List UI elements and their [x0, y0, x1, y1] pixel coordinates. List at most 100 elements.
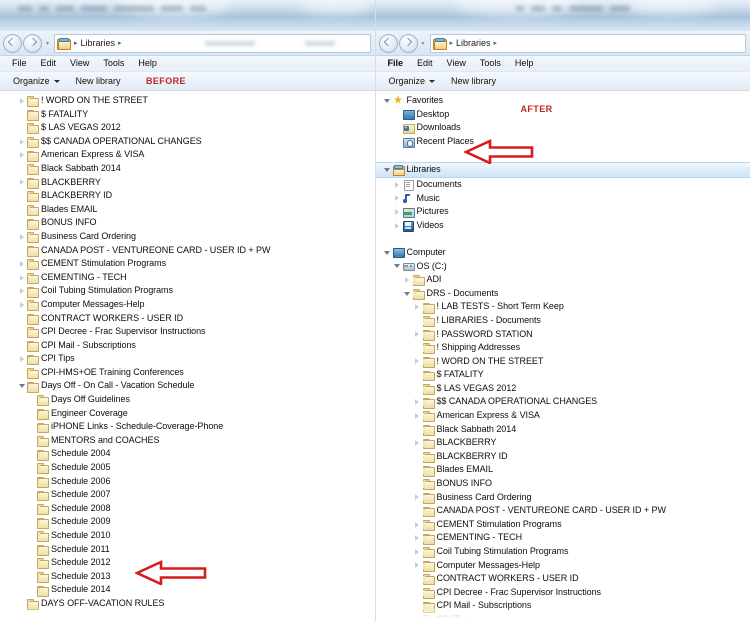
tree-item[interactable]: CPI Decree - Frac Supervisor Instruction… [0, 325, 375, 339]
menu-tools[interactable]: Tools [96, 56, 131, 71]
tree-item[interactable]: Black Sabbath 2014 [376, 423, 750, 437]
tree-item[interactable]: Libraries [375, 161, 750, 178]
menu-view[interactable]: View [63, 56, 96, 71]
navigation-tree[interactable]: ! WORD ON THE STREET $ FATALITY $ LAS VEGA… [0, 91, 375, 621]
tree-item[interactable]: CONTRACT WORKERS - USER ID [0, 312, 375, 326]
expander-collapsed-icon[interactable] [412, 521, 423, 528]
tree-item[interactable]: CONTRACT WORKERS - USER ID [376, 572, 750, 586]
tree-item[interactable]: DRS - Documents [376, 287, 750, 301]
tree-item[interactable]: Documents [376, 178, 750, 192]
menu-edit[interactable]: Edit [34, 56, 64, 71]
expander-collapsed-icon[interactable] [412, 548, 423, 555]
tree-item[interactable]: BLACKBERRY [376, 436, 750, 450]
forward-button[interactable] [23, 33, 42, 53]
tree-item[interactable]: $$ CANADA OPERATIONAL CHANGES [0, 135, 375, 149]
expander-collapsed-icon[interactable] [16, 288, 27, 295]
menu-help[interactable]: Help [131, 56, 164, 71]
expander-collapsed-icon[interactable] [16, 97, 27, 104]
tree-item[interactable]: CEMENT Stimulation Programs [0, 257, 375, 271]
expander-collapsed-icon[interactable] [16, 356, 27, 363]
tree-item[interactable]: Schedule 2004 [0, 447, 375, 461]
tree-item[interactable]: CPI Mail - Subscriptions [376, 599, 750, 613]
tree-item[interactable]: CPI Tips [376, 613, 750, 621]
breadcrumb-bar[interactable]: ▸ Libraries ▸ [54, 33, 371, 53]
tree-item[interactable]: BLACKBERRY ID [0, 189, 375, 203]
tree-item[interactable]: ! WORD ON THE STREET [0, 94, 375, 108]
tree-item[interactable]: Business Card Ordering [0, 230, 375, 244]
tree-item[interactable]: American Express & VISA [376, 409, 750, 423]
expander-open-icon[interactable] [382, 250, 393, 255]
new-library-button[interactable]: New library [443, 72, 504, 90]
expander-collapsed-icon[interactable] [16, 138, 27, 145]
tree-item[interactable]: Computer Messages-Help [0, 298, 375, 312]
tree-item[interactable]: Coil Tubing Stimulation Programs [376, 545, 750, 559]
tree-item[interactable]: ADI [376, 273, 750, 287]
expander-collapsed-icon[interactable] [412, 562, 423, 569]
tree-item[interactable]: Business Card Ordering [376, 491, 750, 505]
breadcrumb-libraries[interactable]: Libraries [81, 38, 116, 48]
tree-item[interactable]: Days Off Guidelines [0, 393, 375, 407]
expander-collapsed-icon[interactable] [412, 331, 423, 338]
expander-open-icon[interactable] [382, 167, 393, 172]
expander-collapsed-icon[interactable] [412, 412, 423, 419]
expander-open-icon[interactable] [392, 264, 403, 269]
back-button[interactable] [3, 33, 22, 53]
expander-collapsed-icon[interactable] [392, 195, 403, 202]
tree-item[interactable]: $ LAS VEGAS 2012 [0, 121, 375, 135]
tree-item[interactable]: Blades EMAIL [376, 463, 750, 477]
tree-item[interactable]: Engineer Coverage [0, 407, 375, 421]
tree-item[interactable]: Music [376, 192, 750, 206]
menu-view[interactable]: View [440, 56, 473, 71]
tree-item[interactable]: CPI Tips [0, 352, 375, 366]
tree-item[interactable]: Recent Places [376, 135, 750, 149]
tree-item[interactable]: Black Sabbath 2014 [0, 162, 375, 176]
tree-item[interactable]: Computer Messages-Help [376, 559, 750, 573]
expander-collapsed-icon[interactable] [412, 440, 423, 447]
tree-item[interactable]: $ FATALITY [376, 368, 750, 382]
expander-collapsed-icon[interactable] [392, 181, 403, 188]
expander-collapsed-icon[interactable] [412, 358, 423, 365]
tree-item[interactable]: BLACKBERRY ID [376, 450, 750, 464]
tree-item[interactable]: ★ Favorites [376, 94, 750, 108]
expander-collapsed-icon[interactable] [16, 233, 27, 240]
address-bar[interactable]: ▾ ▸ Libraries ▸ [0, 31, 375, 56]
expander-collapsed-icon[interactable] [412, 494, 423, 501]
organize-button[interactable]: Organize [5, 72, 68, 90]
tree-item[interactable]: ! LAB TESTS - Short Term Keep [376, 300, 750, 314]
expander-collapsed-icon[interactable] [16, 301, 27, 308]
expander-collapsed-icon[interactable] [16, 274, 27, 281]
address-bar[interactable]: ▾ ▸ Libraries ▸ [375, 31, 750, 56]
expander-collapsed-icon[interactable] [392, 222, 403, 229]
tree-item[interactable]: CPI Mail - Subscriptions [0, 339, 375, 353]
tree-item[interactable]: CANADA POST - VENTUREONE CARD - USER ID … [0, 244, 375, 258]
breadcrumb-libraries[interactable]: Libraries [456, 38, 491, 48]
tree-item[interactable]: CEMENT Stimulation Programs [376, 518, 750, 532]
expander-collapsed-icon[interactable] [16, 152, 27, 159]
forward-button[interactable] [398, 33, 418, 53]
tree-item[interactable]: Schedule 2011 [0, 543, 375, 557]
tree-item[interactable]: $ LAS VEGAS 2012 [376, 382, 750, 396]
expander-collapsed-icon[interactable] [16, 260, 27, 267]
tree-item[interactable]: Schedule 2006 [0, 475, 375, 489]
tree-item[interactable]: American Express & VISA [0, 148, 375, 162]
back-button[interactable] [378, 33, 398, 53]
tree-item[interactable]: Schedule 2010 [0, 529, 375, 543]
tree-item[interactable]: CANADA POST - VENTUREONE CARD - USER ID … [376, 504, 750, 518]
organize-button[interactable]: Organize [381, 72, 444, 90]
expander-collapsed-icon[interactable] [392, 208, 403, 215]
new-library-button[interactable]: New library [68, 72, 129, 90]
expander-collapsed-icon[interactable] [412, 304, 423, 311]
menu-help[interactable]: Help [508, 56, 541, 71]
expander-collapsed-icon[interactable] [16, 179, 27, 186]
tree-item[interactable]: ! LIBRARIES - Documents [376, 314, 750, 328]
tree-item[interactable]: CEMENTING - TECH [376, 531, 750, 545]
history-dropdown-icon[interactable]: ▾ [419, 35, 428, 51]
tree-item[interactable]: CPI-HMS+OE Training Conferences [0, 366, 375, 380]
tree-item[interactable]: MENTORS and COACHES [0, 434, 375, 448]
tree-item[interactable]: Downloads [376, 121, 750, 135]
tree-item[interactable]: Computer [376, 246, 750, 260]
tree-item[interactable]: $$ CANADA OPERATIONAL CHANGES [376, 395, 750, 409]
menu-tools[interactable]: Tools [473, 56, 508, 71]
expander-collapsed-icon[interactable] [412, 616, 423, 621]
tree-item[interactable]: iPHONE Links - Schedule-Coverage-Phone [0, 420, 375, 434]
